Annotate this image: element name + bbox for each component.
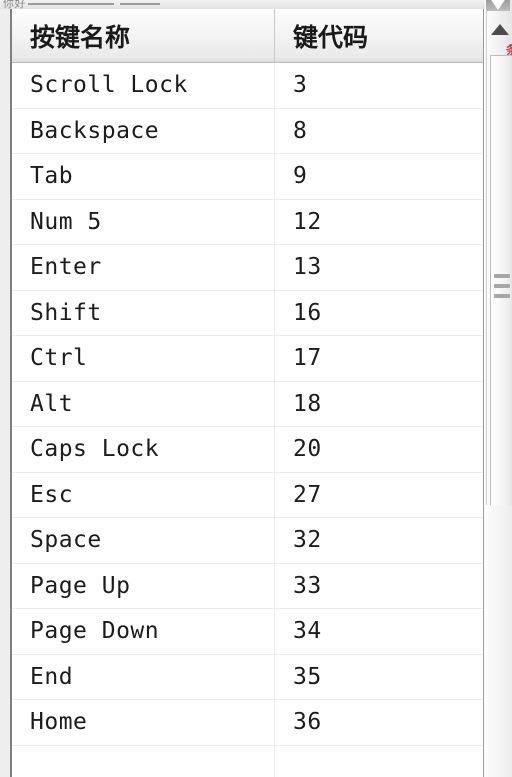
cell-key-code <box>275 746 483 777</box>
clipped-chrome-line-1 <box>28 3 114 5</box>
cell-key-name: End <box>12 654 275 699</box>
wedge-down-icon <box>486 0 510 11</box>
cell-key-name: Home <box>12 700 275 745</box>
key-code-table: 按键名称 键代码 Scroll Lock 3 Backspace 8 Tab 9 Num 5… <box>10 9 484 777</box>
scroll-up-button[interactable] <box>487 15 512 39</box>
table-body: Scroll Lock 3 Backspace 8 Tab 9 Num 5 12 Enter 13… <box>12 63 483 777</box>
scrollbar-track[interactable]: 条 <box>486 11 512 510</box>
table-row[interactable]: Caps Lock 20 <box>12 427 483 473</box>
cell-key-name: Page Up <box>12 563 275 608</box>
cell-key-name: Esc <box>12 472 275 517</box>
cell-key-code: 17 <box>293 345 322 372</box>
triangle-up-icon <box>490 24 509 35</box>
cell-key-code: 36 <box>293 709 322 736</box>
cell-key-name: Alt <box>12 381 275 426</box>
cell-key-name: Tab <box>12 154 275 199</box>
clipped-window-chrome: 你好 <box>0 0 512 9</box>
column-header-key-code[interactable]: 键代码 <box>275 9 483 62</box>
table-row[interactable]: Home 36 <box>12 700 483 746</box>
cell-key-code: 3 <box>293 72 308 99</box>
vertical-scrollbar-panel[interactable]: 条 <box>485 0 512 777</box>
cell-key-name: Scroll Lock <box>12 63 275 108</box>
table-row[interactable]: Scroll Lock 3 <box>12 63 483 109</box>
cell-key-name: Ctrl <box>12 336 275 381</box>
cell-key-code: 33 <box>293 572 322 599</box>
table-row[interactable]: Space 32 <box>12 518 483 564</box>
cell-key-code: 9 <box>293 163 308 190</box>
cell-key-name: Backspace <box>12 108 275 153</box>
table-row[interactable]: Alt 18 <box>12 381 483 427</box>
table-header-row: 按键名称 键代码 <box>12 9 483 63</box>
clipped-chrome-line-2 <box>120 3 160 5</box>
cell-key-code: 12 <box>293 208 322 235</box>
cell-key-name: Space <box>12 518 275 563</box>
table-row[interactable]: Num 5 12 <box>12 199 483 245</box>
table-row[interactable]: Enter 13 <box>12 245 483 291</box>
cell-key-name: Page Down <box>12 609 275 654</box>
cell-key-name: Enter <box>12 245 275 290</box>
clipped-window-title: 你好 <box>3 0 26 9</box>
cell-key-code: 13 <box>293 254 322 281</box>
cell-key-code: 18 <box>293 390 322 417</box>
table-row[interactable]: End 35 <box>12 654 483 700</box>
table-row[interactable]: Backspace 8 <box>12 108 483 154</box>
table-row[interactable] <box>12 745 483 777</box>
cell-key-code: 8 <box>293 117 308 144</box>
column-header-key-name[interactable]: 按键名称 <box>12 9 275 62</box>
cell-key-code: 20 <box>293 436 322 463</box>
cell-key-code: 34 <box>293 618 322 645</box>
table-row[interactable]: Tab 9 <box>12 154 483 200</box>
cell-key-name: Caps Lock <box>12 427 275 472</box>
table-row[interactable]: Esc 27 <box>12 472 483 518</box>
cell-key-name <box>12 745 275 777</box>
table-row[interactable]: Ctrl 17 <box>12 336 483 382</box>
cell-key-code: 35 <box>293 663 322 690</box>
cell-key-code: 16 <box>293 299 322 326</box>
app-window: 你好 按键名称 键代码 Scroll Lock 3 Backspace 8 Tab 9 Nu… <box>0 0 512 777</box>
table-row[interactable]: Page Up 33 <box>12 563 483 609</box>
cell-key-name: Num 5 <box>12 199 275 244</box>
scrollbar-thumb[interactable] <box>490 55 512 510</box>
cell-key-name: Shift <box>12 290 275 335</box>
table-row[interactable]: Shift 16 <box>12 290 483 336</box>
grip-lines-icon <box>493 274 510 304</box>
scrollbar-lower-area <box>485 505 512 777</box>
cell-key-code: 32 <box>293 527 322 554</box>
cell-key-code: 27 <box>293 481 322 508</box>
table-row[interactable]: Page Down 34 <box>12 609 483 655</box>
